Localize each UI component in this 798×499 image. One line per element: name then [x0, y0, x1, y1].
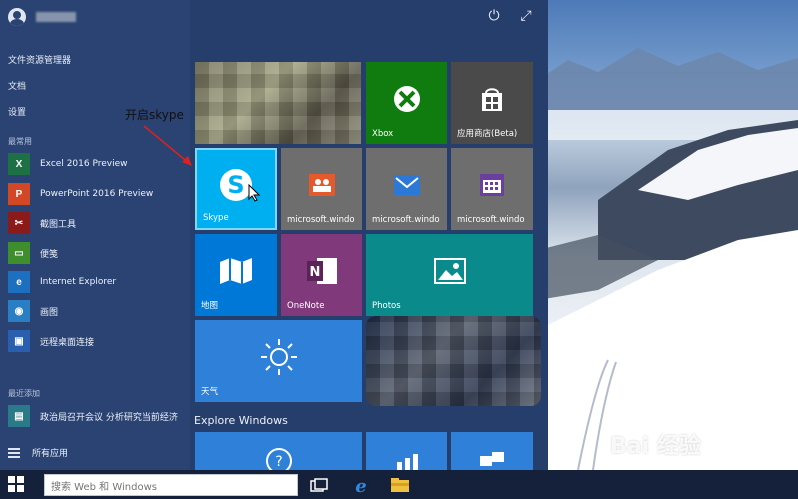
remote-desktop-icon: ▣: [8, 330, 30, 352]
tile-weather[interactable]: 天气: [195, 320, 362, 402]
tile-calendar[interactable]: microsoft.windo: [451, 148, 533, 230]
sun-icon: [259, 337, 299, 377]
chart-icon: [394, 452, 420, 470]
tile-label: OneNote: [287, 301, 325, 311]
help-icon: ?: [265, 447, 293, 470]
tile-label: 天气: [201, 387, 219, 397]
user-name-blurred: [36, 12, 76, 22]
svg-text:S: S: [227, 171, 244, 199]
calendar-icon: [478, 172, 506, 198]
tile-label: 应用商店(Beta): [457, 129, 518, 139]
start-left-column: 文件资源管理器 文档 设置 最常用 X Excel 2016 Preview P…: [0, 0, 190, 470]
tile-explore-2[interactable]: [366, 432, 447, 470]
store-icon: [477, 84, 507, 114]
mountain-landscape: [538, 48, 798, 470]
baidu-watermark-url: jingyan.baidu.com: [665, 458, 758, 469]
sticky-notes-icon: ▭: [8, 242, 30, 264]
app-news[interactable]: ▤ 政治局召开会议 分析研究当前经济: [8, 404, 188, 428]
desktop-wallpaper: [538, 0, 798, 470]
app-label: 截图工具: [40, 219, 77, 230]
tile-people[interactable]: microsoft.windo: [281, 148, 362, 230]
windows-start-button[interactable]: [8, 476, 24, 492]
app-snipping-tool[interactable]: ✂ 截图工具: [8, 211, 188, 235]
tile-explore-3[interactable]: [451, 432, 533, 470]
file-explorer-link[interactable]: 文件资源管理器: [8, 53, 71, 66]
app-label: 便笺: [40, 249, 59, 260]
power-icon[interactable]: ⏻: [486, 8, 502, 24]
chat-icon: [478, 450, 506, 471]
tile-label: microsoft.windo: [372, 215, 440, 225]
svg-text:?: ?: [275, 454, 282, 470]
app-label: PowerPoint 2016 Preview: [40, 189, 154, 199]
all-apps-button[interactable]: 所有应用: [8, 446, 68, 459]
ie-icon: e: [8, 271, 30, 293]
expand-icon[interactable]: ⤢: [518, 8, 534, 24]
recently-added-label: 最近添加: [8, 389, 40, 398]
user-avatar-icon: [8, 8, 26, 26]
search-input[interactable]: [45, 477, 297, 498]
photos-icon: [433, 257, 467, 285]
tile-pixelated-image-2[interactable]: [366, 316, 541, 406]
onenote-icon: N: [305, 255, 339, 287]
svg-text:N: N: [309, 265, 320, 280]
taskbar: e: [0, 470, 798, 499]
cursor-icon: [248, 184, 260, 202]
tile-xbox[interactable]: Xbox: [366, 62, 447, 144]
tile-onenote[interactable]: N OneNote: [281, 234, 362, 316]
taskbar-search[interactable]: [44, 474, 298, 498]
windows-logo-pane: [17, 485, 24, 492]
app-powerpoint[interactable]: P PowerPoint 2016 Preview: [8, 182, 188, 206]
task-view-icon[interactable]: [308, 474, 330, 496]
tile-store[interactable]: 应用商店(Beta): [451, 62, 533, 144]
excel-icon: X: [8, 153, 30, 175]
app-label: 政治局召开会议 分析研究当前经济: [40, 412, 178, 423]
app-remote-desktop[interactable]: ▣ 远程桌面连接: [8, 329, 188, 353]
file-explorer-taskbar-icon[interactable]: [389, 474, 411, 496]
tile-label: microsoft.windo: [287, 215, 355, 225]
map-icon: [218, 256, 254, 286]
powerpoint-icon: P: [8, 183, 30, 205]
all-apps-label: 所有应用: [32, 449, 69, 459]
start-top-icons: ⏻ ⤢: [486, 8, 534, 24]
windows-logo-pane: [8, 485, 15, 492]
app-paint[interactable]: ◉ 画图: [8, 299, 188, 323]
annotation-arrow-icon: [143, 125, 192, 166]
list-icon: [8, 447, 20, 458]
app-label: Internet Explorer: [40, 277, 117, 287]
ie-taskbar-icon[interactable]: e: [350, 474, 372, 496]
tile-skype[interactable]: S Skype: [195, 148, 277, 230]
settings-link[interactable]: 设置: [8, 105, 26, 118]
tile-pixelated-image[interactable]: [195, 62, 361, 144]
app-label: Excel 2016 Preview: [40, 159, 128, 169]
tile-maps[interactable]: 地图: [195, 234, 277, 316]
app-sticky-notes[interactable]: ▭ 便笺: [8, 241, 188, 265]
xbox-icon: [392, 84, 422, 114]
tile-label: Photos: [372, 301, 401, 311]
svg-text:e: e: [355, 476, 366, 495]
documents-link[interactable]: 文档: [8, 79, 26, 92]
people-icon: [307, 172, 337, 198]
paint-icon: ◉: [8, 300, 30, 322]
windows-logo-pane: [8, 476, 15, 483]
most-used-label: 最常用: [8, 137, 32, 146]
news-icon: ▤: [8, 405, 30, 427]
baidu-watermark: Bai 经验: [610, 434, 701, 459]
tile-photos[interactable]: Photos: [366, 234, 533, 316]
app-internet-explorer[interactable]: e Internet Explorer: [8, 270, 188, 294]
tile-label: Xbox: [372, 129, 394, 139]
user-account[interactable]: [8, 8, 76, 26]
tile-mail[interactable]: microsoft.windo: [366, 148, 447, 230]
app-label: 画图: [40, 307, 59, 318]
tile-label: microsoft.windo: [457, 215, 525, 225]
tile-help[interactable]: ?: [195, 432, 362, 470]
tile-label: Skype: [203, 213, 229, 223]
windows-logo-pane: [17, 476, 24, 483]
mail-icon: [392, 173, 422, 197]
explore-windows-heading: Explore Windows: [194, 414, 288, 427]
app-label: 远程桌面连接: [40, 337, 95, 348]
tile-label: 地图: [201, 301, 219, 311]
snipping-tool-icon: ✂: [8, 212, 30, 234]
annotation-text: 开启skype: [125, 108, 184, 122]
